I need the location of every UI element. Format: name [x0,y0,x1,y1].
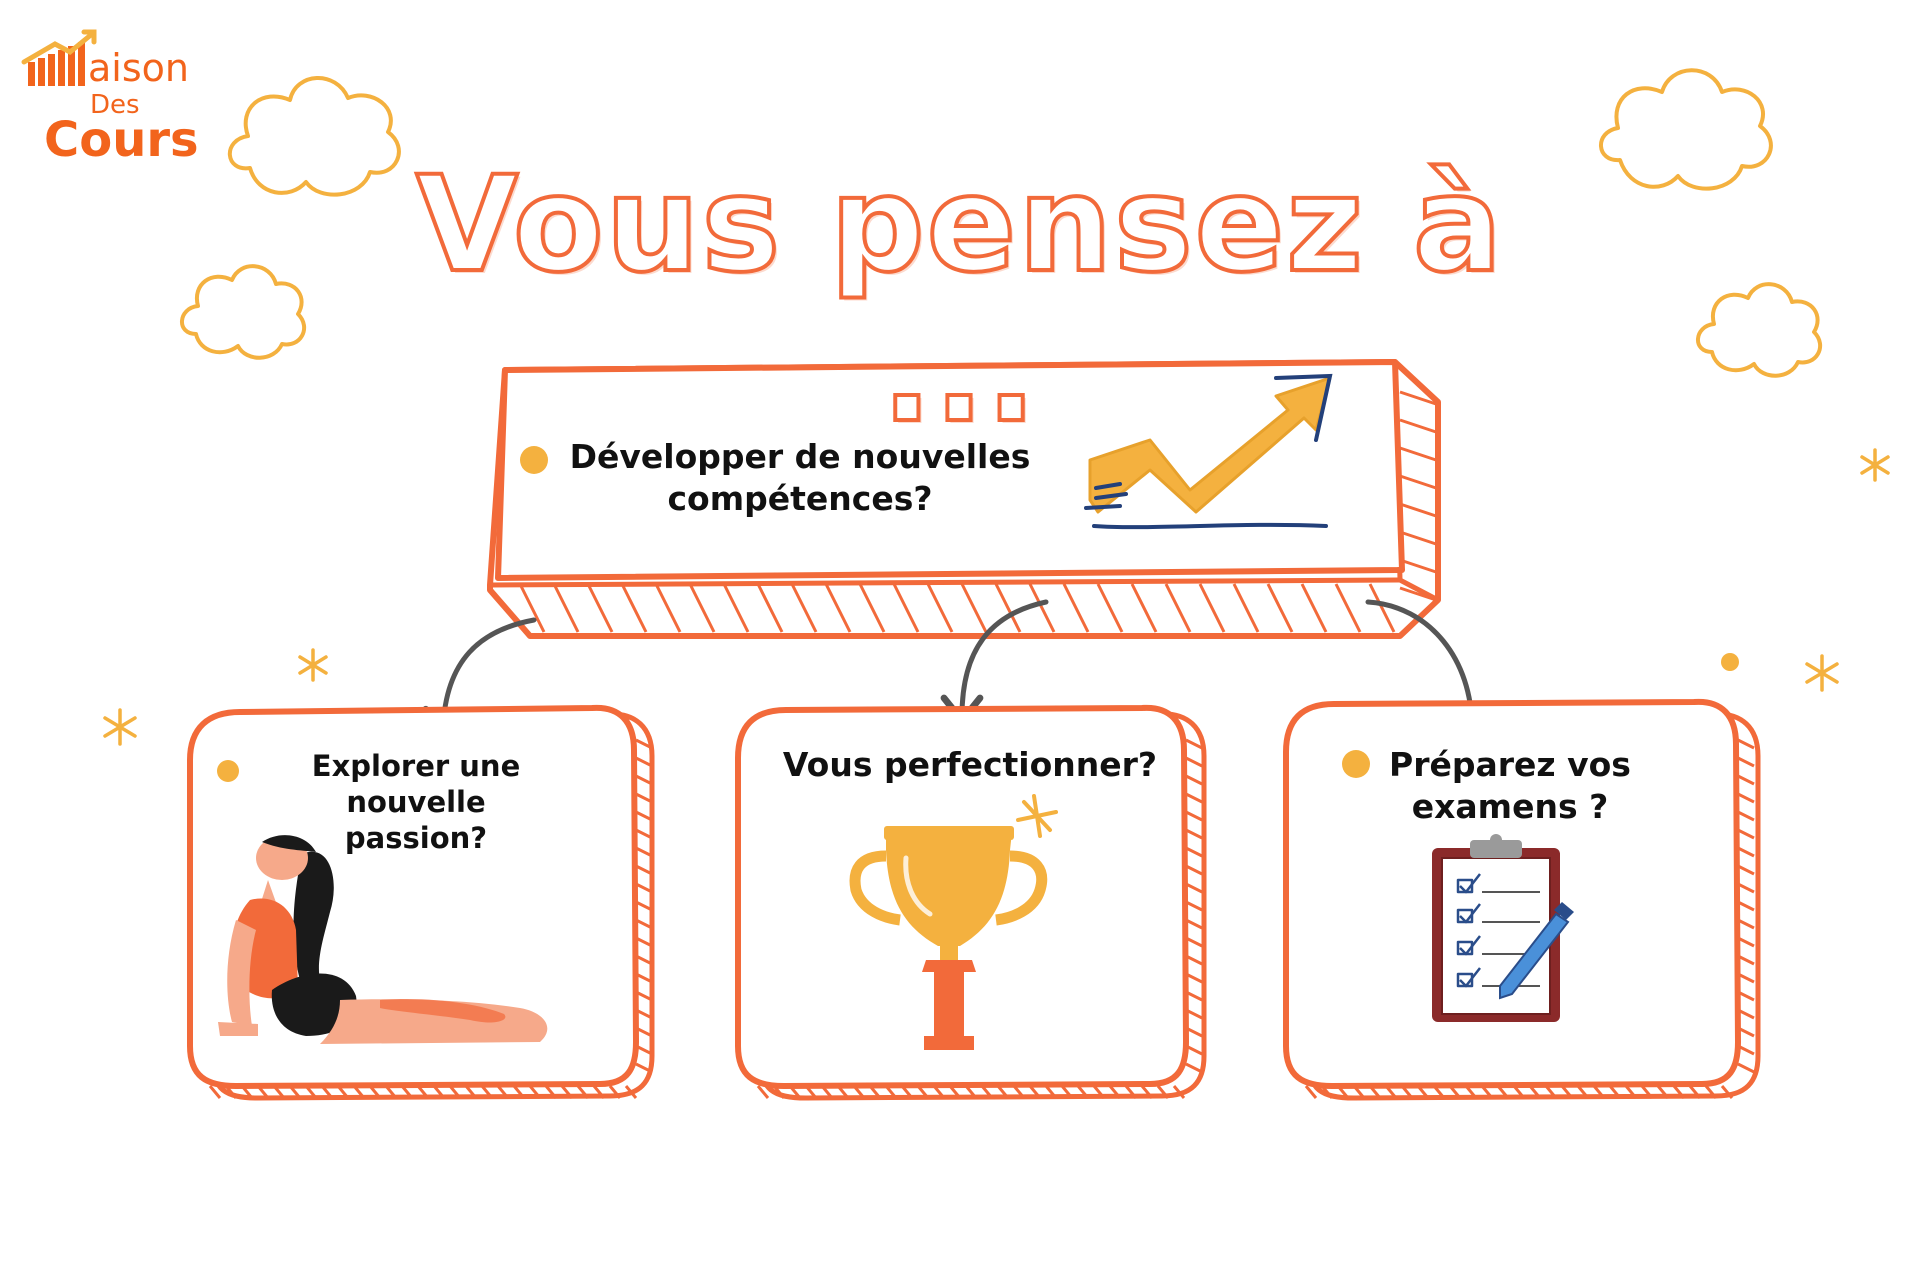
hatch-line [1737,846,1755,858]
hatch-line [1737,792,1755,804]
hatch-line [1185,738,1203,750]
bullet-dot [520,446,548,474]
cloud-icon [227,76,401,197]
box-explorer-line2: passion? [344,821,488,855]
sparkle-icon [298,648,328,682]
hatch-line [1185,792,1203,804]
hatch-line [1185,828,1203,840]
hatch-line [1185,936,1203,948]
hatch-line [1185,864,1203,876]
box-perfectionner-label: Vous perfectionner? [770,744,1170,786]
hatch-line [1737,900,1755,912]
hatch-line [1737,810,1755,822]
hatch-line [1737,738,1755,750]
hatch-line [1185,1062,1203,1074]
box-examens-line1: Préparez vos [1389,745,1631,784]
checklist-clipboard-icon [1432,834,1574,1022]
box-perfectionner-line1: Vous perfectionner? [782,745,1158,784]
bullet-dot [217,760,239,782]
hatch-line [1737,918,1755,930]
sparkle-icon [1805,654,1839,692]
logo-text: M aison Des Cours [14,40,214,170]
hatch-line [1185,846,1203,858]
hatch-line [1737,1062,1755,1074]
sparkle-icon [103,708,137,746]
box-examens-label: Préparez vos examens ? [1380,744,1640,828]
bullet-dot [1342,750,1370,778]
hatch-line [1185,774,1203,786]
box-examens-line2: examens ? [1411,787,1609,826]
hatch-line [1185,918,1203,930]
cloud-icon [180,264,306,360]
hatch-line [1737,756,1755,768]
top-box-line2: compétences? [667,479,933,518]
top-box-line1: Développer de nouvelles [569,437,1031,476]
top-box-label: Développer de nouvelles compétences? [560,436,1040,520]
hatch-line [1737,828,1755,840]
hatch-line [1737,882,1755,894]
page-title: Vous pensez à ... [414,148,1505,452]
hatch-line [1185,900,1203,912]
cloud-icon [1599,68,1773,191]
dot-decoration [1721,653,1739,671]
box-explorer-label: Explorer une nouvelle passion? [246,748,586,856]
hatch-line [1185,882,1203,894]
hatch-line [1737,774,1755,786]
hatch-line [1737,864,1755,876]
hatch-line [1185,756,1203,768]
box-explorer-line1: Explorer une nouvelle [311,749,521,819]
hatch-line [1737,936,1755,948]
sparkle-icon [1860,448,1890,482]
cloud-icon [1696,282,1822,378]
logo-line1: aison [88,46,189,90]
hatch-line [1185,810,1203,822]
logo-line3: Cours [44,112,199,168]
